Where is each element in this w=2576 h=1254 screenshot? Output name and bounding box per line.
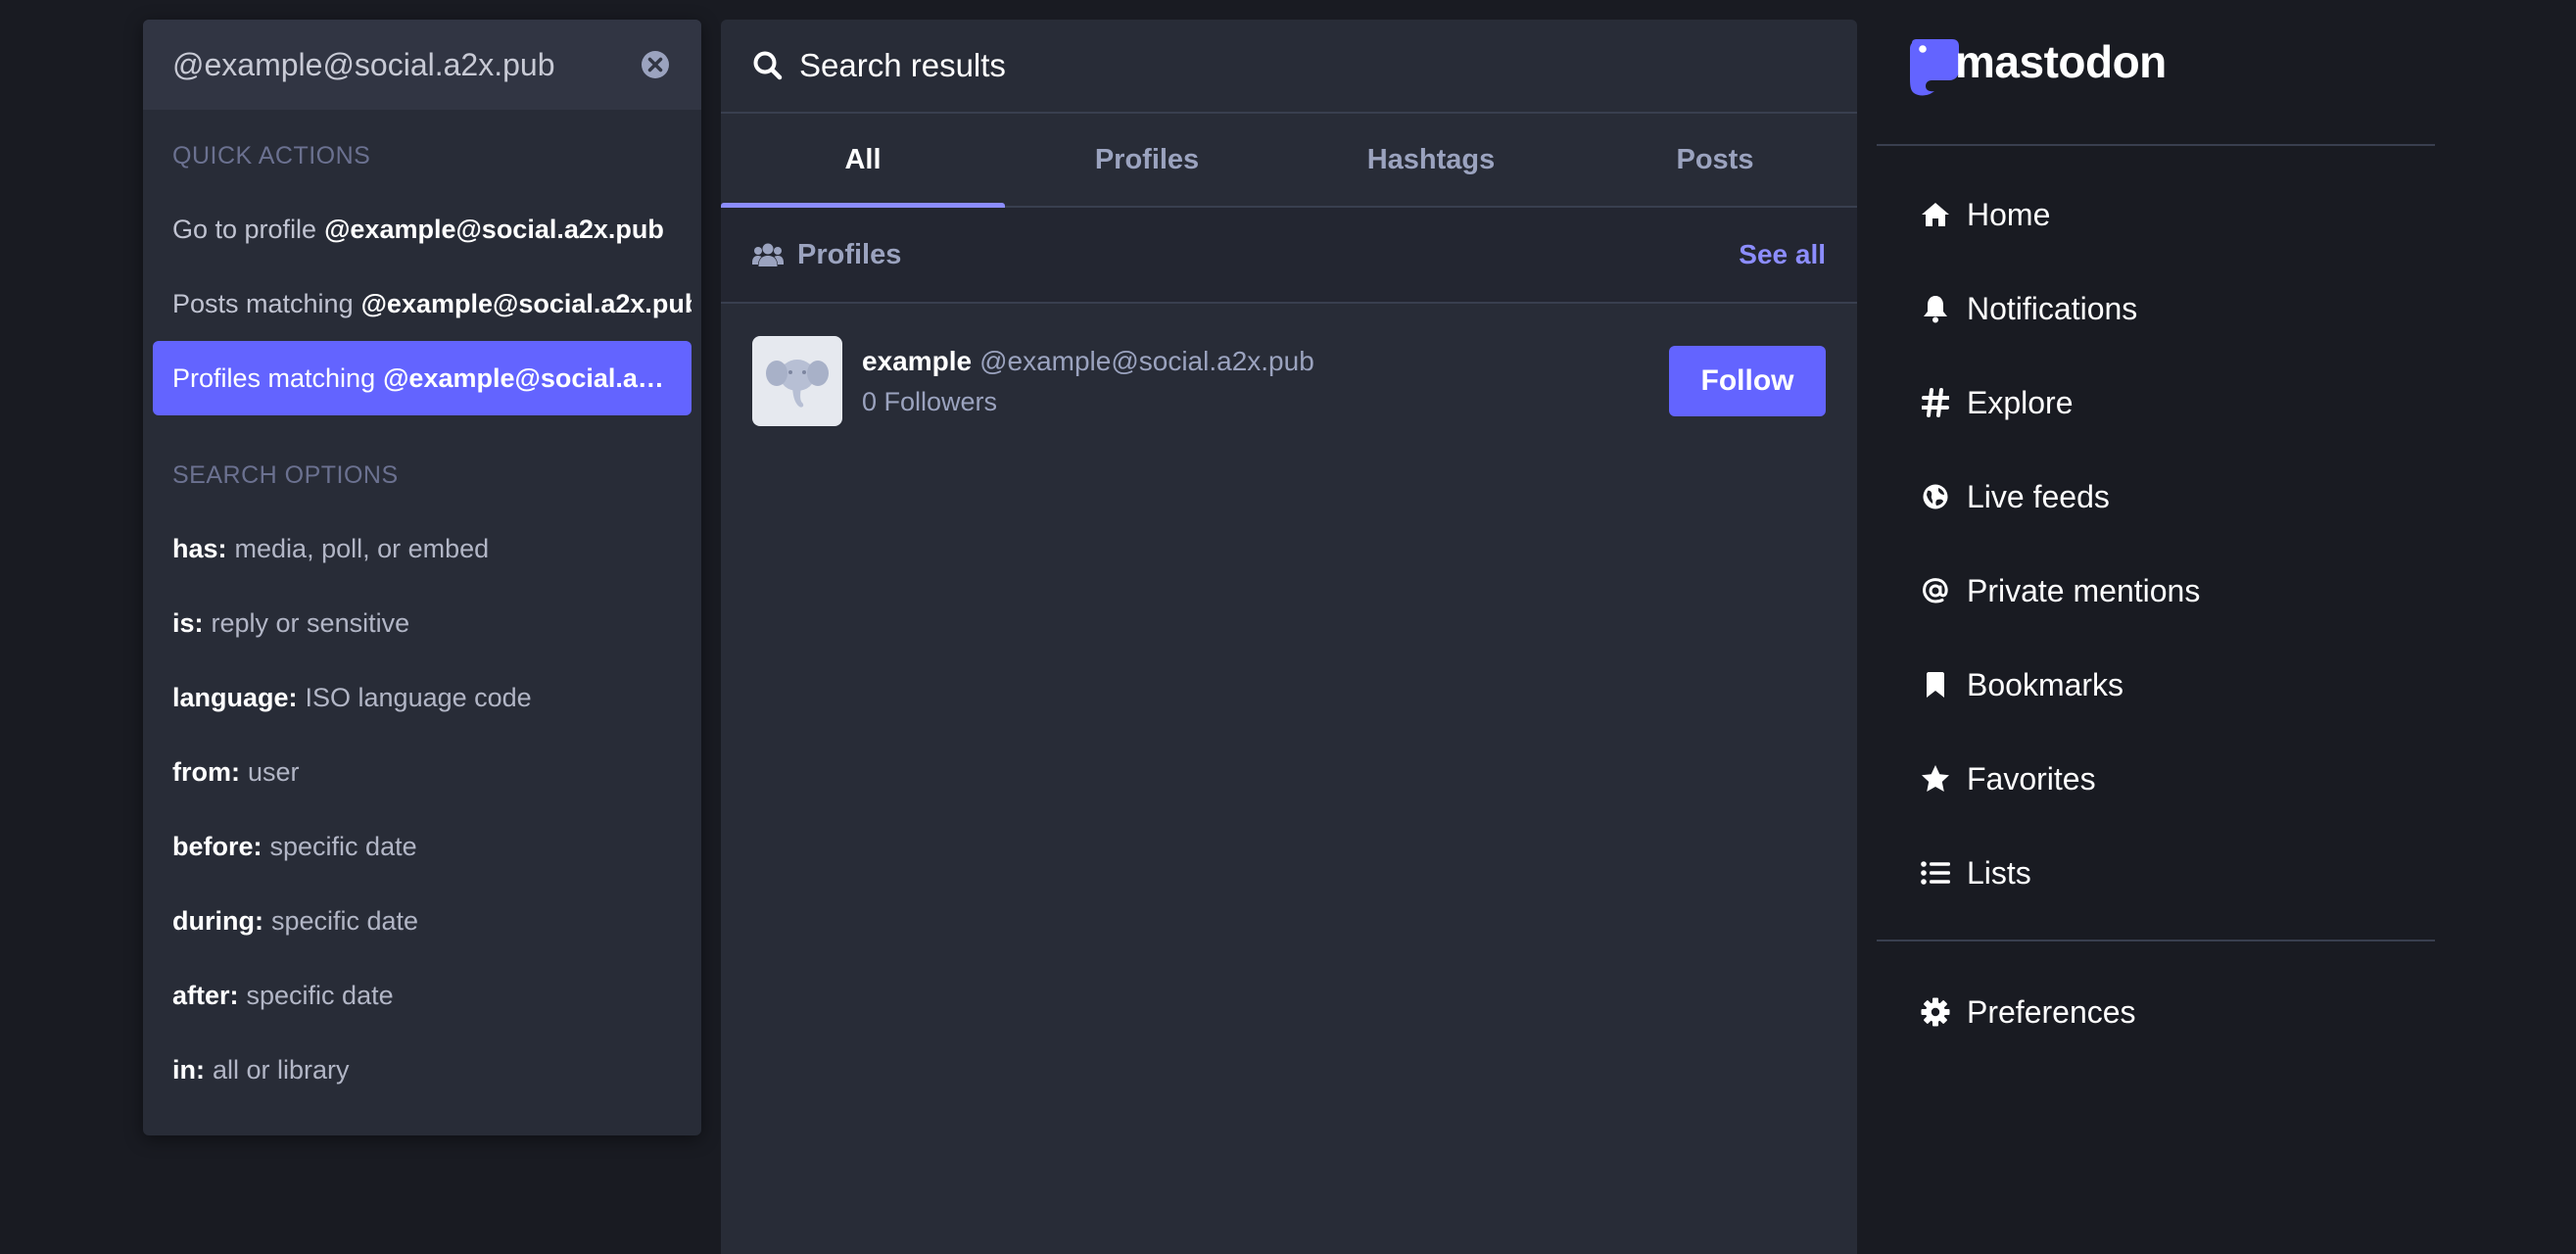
nav-item-label: Private mentions	[1967, 572, 2201, 608]
follow-button[interactable]: Follow	[1669, 346, 1826, 416]
at-icon	[1920, 575, 1951, 606]
account-handle: @example@social.a2x.pub	[979, 345, 1314, 376]
quick-action-term: @example@social.a2x.pub	[383, 362, 672, 393]
search-option-key: has:	[172, 533, 227, 563]
tab-profiles[interactable]: Profiles	[1005, 114, 1289, 206]
tab-all[interactable]: All	[721, 114, 1005, 208]
nav-item-preferences[interactable]: Preferences	[1877, 965, 2435, 1059]
globe-icon	[1920, 481, 1951, 512]
nav-item-label: Bookmarks	[1967, 666, 2124, 702]
elephant-avatar-icon	[766, 360, 829, 408]
quick-action-term: @example@social.a2x.pub	[360, 288, 692, 318]
gear-icon	[1920, 996, 1951, 1028]
search-option-key: during:	[172, 905, 263, 936]
profiles-section-label: Profiles	[797, 238, 902, 270]
search-option-in[interactable]: in: all or library	[143, 1033, 701, 1107]
search-options-heading: SEARCH OPTIONS	[172, 461, 399, 489]
search-option-is[interactable]: is: reply or sensitive	[143, 586, 701, 660]
quick-actions-heading: QUICK ACTIONS	[172, 142, 371, 169]
list-icon	[1920, 857, 1951, 889]
profiles-section-header: Profiles See all	[721, 208, 1857, 304]
nav-item-label: Live feeds	[1967, 478, 2110, 514]
quick-action-profiles-matching[interactable]: Profiles matching @example@social.a2x.pu…	[153, 341, 692, 415]
search-option-desc: specific date	[246, 980, 394, 1010]
bell-icon	[1920, 293, 1951, 324]
search-option-key: language:	[172, 682, 298, 712]
nav-item-live-feeds[interactable]: Live feeds	[1877, 450, 2435, 544]
quick-action-go-to-profile[interactable]: Go to profile @example@social.a2x.pub	[153, 192, 692, 266]
search-option-key: from:	[172, 756, 240, 787]
search-option-key: after:	[172, 980, 239, 1010]
search-option-key: is:	[172, 607, 204, 638]
quick-action-term: @example@social.a2x.pub	[324, 214, 664, 244]
nav-item-bookmarks[interactable]: Bookmarks	[1877, 638, 2435, 732]
tab-hashtags[interactable]: Hashtags	[1289, 114, 1573, 206]
see-all-link[interactable]: See all	[1739, 239, 1826, 270]
clear-search-icon[interactable]	[639, 48, 672, 81]
search-option-desc: specific date	[270, 905, 419, 936]
search-option-during[interactable]: during: specific date	[143, 884, 701, 958]
nav-item-favorites[interactable]: Favorites	[1877, 732, 2435, 826]
star-icon	[1920, 763, 1951, 795]
account-name-line: example @example@social.a2x.pub	[862, 346, 1669, 377]
search-option-desc: media, poll, or embed	[234, 533, 490, 563]
avatar[interactable]	[752, 336, 842, 426]
nav-item-home[interactable]: Home	[1877, 168, 2435, 262]
nav-item-explore[interactable]: Explore	[1877, 356, 2435, 450]
search-option-key: before:	[172, 831, 262, 861]
search-dropdown: QUICK ACTIONS Go to profile @example@soc…	[143, 20, 701, 1135]
nav-item-label: Notifications	[1967, 290, 2138, 326]
quick-action-prefix: Posts matching	[172, 288, 354, 318]
account-display-name[interactable]: example	[862, 346, 972, 376]
search-option-desc: ISO language code	[305, 682, 532, 712]
results-header: Search results	[721, 20, 1857, 114]
home-icon	[1920, 199, 1951, 230]
bookmark-icon	[1920, 669, 1951, 700]
nav-item-label: Preferences	[1967, 993, 2136, 1030]
nav-item-lists[interactable]: Lists	[1877, 826, 2435, 920]
search-option-desc: all or library	[213, 1054, 350, 1085]
search-input[interactable]	[172, 46, 639, 83]
search-option-from[interactable]: from: user	[143, 735, 701, 809]
profiles-section-title: Profiles	[752, 239, 1739, 271]
quick-action-posts-matching[interactable]: Posts matching @example@social.a2x.pub	[153, 266, 692, 341]
search-option-after[interactable]: after: specific date	[143, 958, 701, 1033]
search-option-before[interactable]: before: specific date	[143, 809, 701, 884]
hashtag-icon	[1920, 387, 1951, 418]
mastodon-logo[interactable]: mastodon	[1877, 0, 2435, 144]
account-followers: 0 Followers	[862, 386, 998, 416]
account-result[interactable]: example @example@social.a2x.pub 0 Followe…	[721, 304, 1857, 458]
quick-action-prefix: Go to profile	[172, 214, 317, 244]
search-box	[143, 20, 701, 110]
nav-item-label: Home	[1967, 196, 2051, 232]
search-option-desc: specific date	[269, 831, 417, 861]
nav-item-private-mentions[interactable]: Private mentions	[1877, 544, 2435, 638]
search-option-key: in:	[172, 1054, 205, 1085]
nav-item-label: Lists	[1967, 854, 2031, 891]
search-results-column: Search results All Profiles Hashtags Pos…	[721, 20, 1857, 1254]
quick-action-prefix: Profiles matching	[172, 362, 376, 393]
nav-item-label: Explore	[1967, 384, 2074, 420]
search-option-language[interactable]: language: ISO language code	[143, 660, 701, 735]
logo-wordmark: mastodon	[1955, 36, 2167, 87]
navigation-panel: mastodon Home Notifications Explore Live…	[1877, 0, 2435, 1059]
search-option-desc: reply or sensitive	[211, 607, 410, 638]
nav-item-label: Favorites	[1967, 760, 2096, 796]
tab-posts[interactable]: Posts	[1573, 114, 1857, 206]
users-icon	[752, 243, 784, 266]
search-option-has[interactable]: has: media, poll, or embed	[143, 511, 701, 586]
nav-item-notifications[interactable]: Notifications	[1877, 262, 2435, 356]
search-option-desc: user	[248, 756, 300, 787]
results-tabs: All Profiles Hashtags Posts	[721, 114, 1857, 208]
results-title: Search results	[799, 47, 1006, 83]
account-info: example @example@social.a2x.pub 0 Followe…	[862, 346, 1669, 417]
search-icon	[753, 51, 783, 80]
